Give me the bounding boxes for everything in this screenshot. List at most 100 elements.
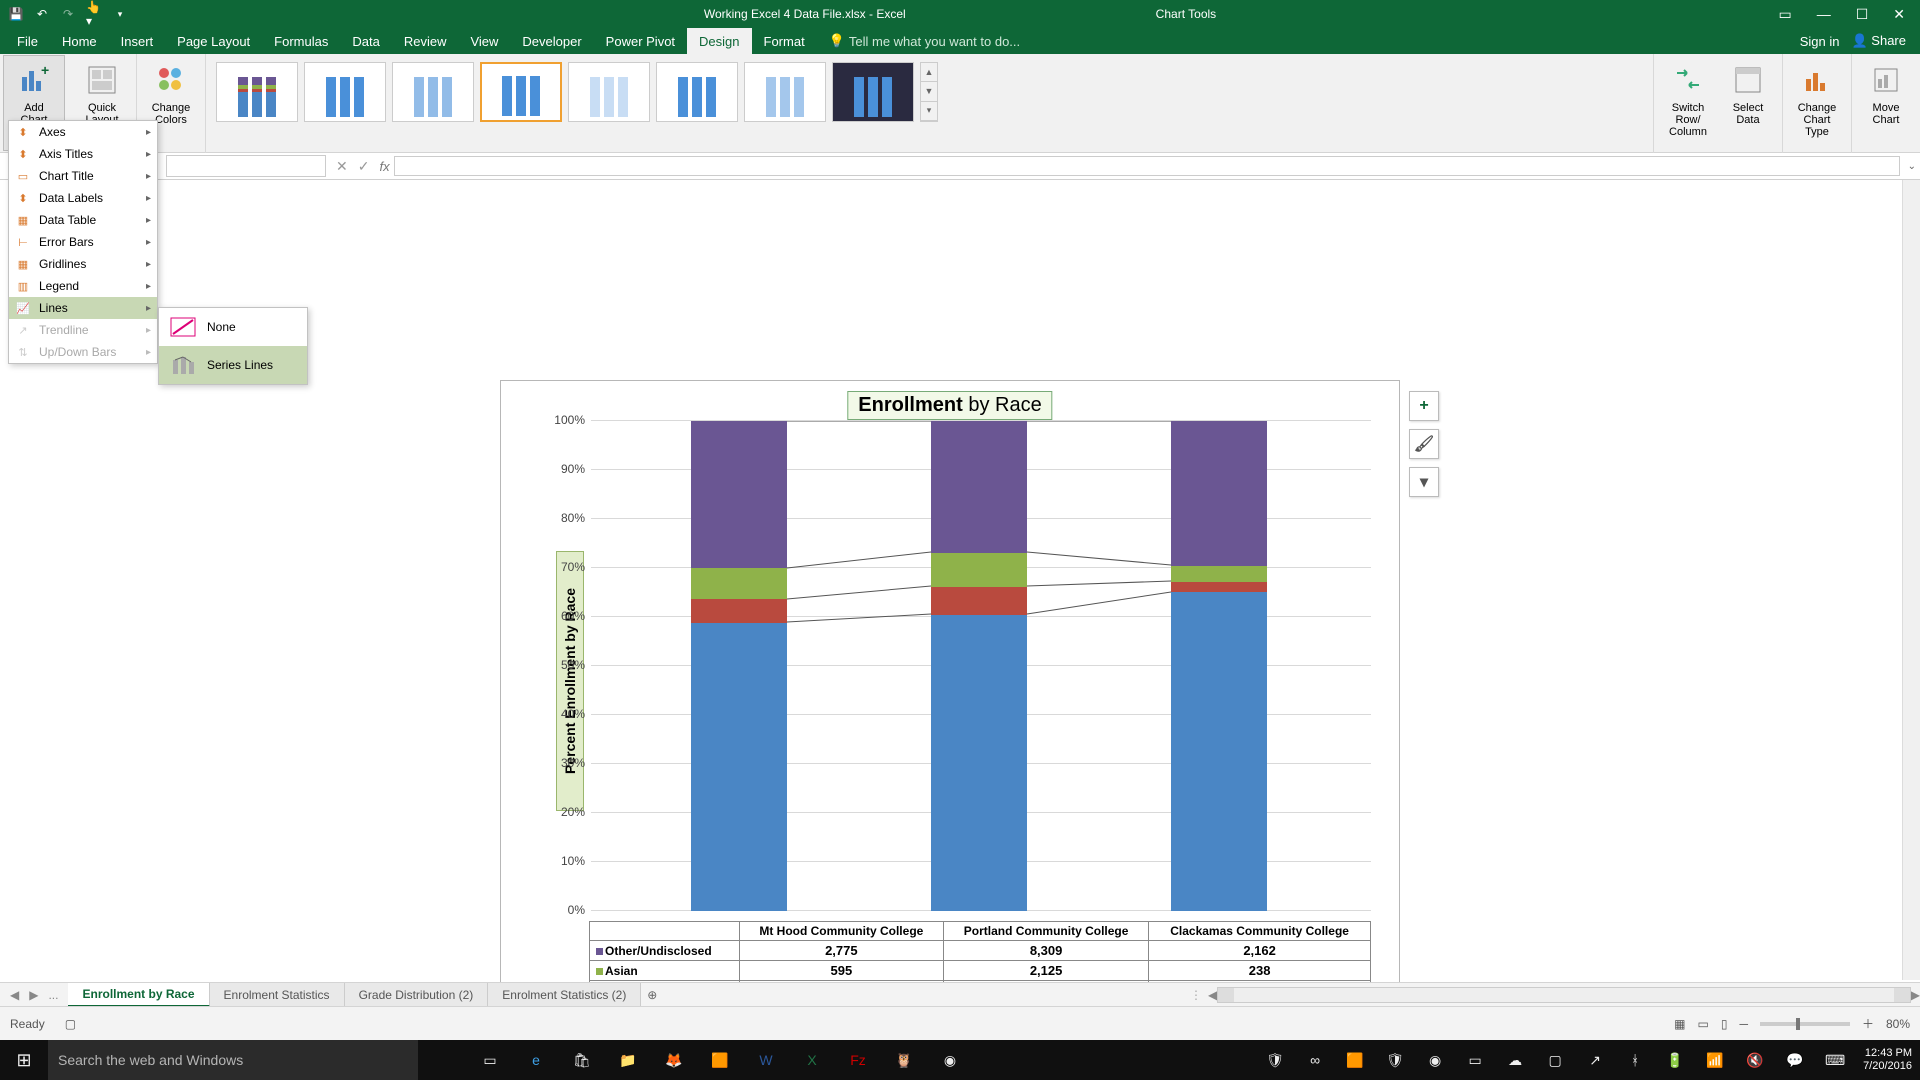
chart-styles-scroll[interactable]: ▲▼▾ (920, 62, 938, 122)
cancel-entry-icon[interactable]: ✕ (336, 158, 348, 175)
qat-more-icon[interactable]: ▾ (112, 6, 128, 22)
task-view-icon[interactable]: ▭ (478, 1048, 502, 1072)
tray-app2-icon[interactable]: 🟧 (1343, 1048, 1367, 1072)
confirm-entry-icon[interactable]: ✓ (358, 158, 370, 175)
tab-power-pivot[interactable]: Power Pivot (594, 28, 687, 54)
select-data-button[interactable]: Select Data (1718, 56, 1778, 150)
menu-axis-titles[interactable]: ⬍Axis Titles▸ (9, 143, 157, 165)
tray-volume-icon[interactable]: 🔇 (1743, 1048, 1767, 1072)
horizontal-scrollbar[interactable] (1217, 987, 1911, 1003)
vertical-scrollbar[interactable] (1902, 180, 1920, 980)
share-button[interactable]: 👤 Share (1851, 33, 1906, 49)
view-page-layout-icon[interactable]: ▭ (1697, 1017, 1708, 1031)
menu-legend[interactable]: ▥Legend▸ (9, 275, 157, 297)
change-chart-type-button[interactable]: Change Chart Type (1787, 56, 1847, 150)
firefox-icon[interactable]: 🦊 (662, 1048, 686, 1072)
tray-app4-icon[interactable]: ↗ (1583, 1048, 1607, 1072)
hscroll-left-icon[interactable]: ◀ (1208, 988, 1217, 1002)
file-explorer-icon[interactable]: 📁 (616, 1048, 640, 1072)
tab-formulas[interactable]: Formulas (262, 28, 340, 54)
tab-file[interactable]: File (5, 28, 50, 54)
add-sheet-button[interactable]: ⊕ (641, 988, 663, 1002)
hscroll-right-icon[interactable]: ▶ (1911, 988, 1920, 1002)
name-box[interactable] (166, 155, 326, 177)
chart-styles-button[interactable]: 🖌 (1409, 429, 1439, 459)
start-button[interactable]: ⊞ (0, 1040, 48, 1080)
ribbon-display-icon[interactable]: ▭ (1778, 6, 1791, 23)
save-icon[interactable]: 💾 (8, 6, 24, 22)
chart-title[interactable]: Enrollment by Race (847, 391, 1052, 420)
system-clock[interactable]: 12:43 PM7/20/2016 (1863, 1047, 1912, 1073)
tab-home[interactable]: Home (50, 28, 109, 54)
tray-app3-icon[interactable]: ▢ (1543, 1048, 1567, 1072)
chart-object[interactable]: Enrollment by Race + 🖌 ▾ Percent Enrollm… (500, 380, 1400, 1080)
tab-scroll-left-icon[interactable]: ◀ (10, 988, 19, 1002)
word-icon[interactable]: W (754, 1048, 778, 1072)
undo-icon[interactable]: ↶ (34, 6, 50, 22)
tab-scroll-right-icon[interactable]: ▶ (29, 988, 38, 1002)
tell-me[interactable]: 💡 Tell me what you want to do... (817, 28, 1032, 54)
formula-input[interactable] (394, 156, 1900, 176)
sheet-tab-enrolment-statistics[interactable]: Enrolment Statistics (210, 983, 345, 1007)
zoom-in-icon[interactable]: ＋ (1862, 1015, 1874, 1032)
tab-split-icon[interactable]: ⋮ (1190, 988, 1202, 1002)
menu-lines[interactable]: 📈Lines▸ (9, 297, 157, 319)
tab-review[interactable]: Review (392, 28, 459, 54)
tab-data[interactable]: Data (340, 28, 391, 54)
sign-in[interactable]: Sign in (1800, 34, 1840, 49)
chart-filters-button[interactable]: ▾ (1409, 467, 1439, 497)
excel-icon[interactable]: X (800, 1048, 824, 1072)
tray-shield-icon[interactable]: 🛡 (1383, 1048, 1407, 1072)
store-icon[interactable]: 🛍 (570, 1048, 594, 1072)
view-page-break-icon[interactable]: ▯ (1721, 1017, 1728, 1031)
tray-security-icon[interactable]: 🛡 (1263, 1048, 1287, 1072)
formula-expand-icon[interactable]: ⌄ (1908, 161, 1916, 172)
snagit-icon[interactable]: 🟧 (708, 1048, 732, 1072)
minimize-icon[interactable]: — (1817, 6, 1831, 23)
chart-style-3[interactable] (392, 62, 474, 122)
tab-page-layout[interactable]: Page Layout (165, 28, 262, 54)
zoom-level[interactable]: 80% (1886, 1017, 1910, 1031)
tray-keyboard-icon[interactable]: ⌨ (1823, 1048, 1847, 1072)
plot-area[interactable]: 0% 10% 20% 30% 40% 50% 60% 70% 80% 90% 1… (591, 421, 1371, 911)
chart-style-1[interactable] (216, 62, 298, 122)
tab-view[interactable]: View (458, 28, 510, 54)
filezilla-icon[interactable]: Fz (846, 1048, 870, 1072)
touch-icon[interactable]: 👆▾ (86, 6, 102, 22)
chart-style-4[interactable] (480, 62, 562, 122)
fx-icon[interactable]: fx (379, 159, 389, 174)
tab-nav-dots[interactable]: ... (48, 988, 58, 1002)
chart-style-6[interactable] (656, 62, 738, 122)
tray-battery-icon[interactable]: 🔋 (1663, 1048, 1687, 1072)
menu-data-labels[interactable]: ⬍Data Labels▸ (9, 187, 157, 209)
menu-gridlines[interactable]: ▦Gridlines▸ (9, 253, 157, 275)
tray-cloud-icon[interactable]: ☁ (1503, 1048, 1527, 1072)
menu-axes[interactable]: ⬍Axes▸ (9, 121, 157, 143)
move-chart-button[interactable]: Move Chart (1856, 56, 1916, 150)
sheet-tab-enrolment-statistics-2[interactable]: Enrolment Statistics (2) (488, 983, 641, 1007)
tray-bluetooth-icon[interactable]: ᚼ (1623, 1048, 1647, 1072)
windows-search-input[interactable]: Search the web and Windows (48, 1040, 418, 1080)
close-icon[interactable]: ✕ (1893, 6, 1905, 23)
view-normal-icon[interactable]: ▦ (1674, 1017, 1685, 1031)
maximize-icon[interactable]: ☐ (1856, 6, 1869, 23)
tray-wifi-icon[interactable]: 📶 (1703, 1048, 1727, 1072)
chrome-icon[interactable]: ◉ (938, 1048, 962, 1072)
app-icon[interactable]: 🦉 (892, 1048, 916, 1072)
macro-record-icon[interactable]: ▢ (65, 1017, 76, 1031)
tray-monitor-icon[interactable]: ▭ (1463, 1048, 1487, 1072)
tab-developer[interactable]: Developer (510, 28, 593, 54)
chart-elements-button[interactable]: + (1409, 391, 1439, 421)
chart-style-5[interactable] (568, 62, 650, 122)
tab-format[interactable]: Format (752, 28, 817, 54)
menu-chart-title[interactable]: ▭Chart Title▸ (9, 165, 157, 187)
y-axis-title[interactable]: Percent Enrollment by Race (556, 551, 584, 811)
submenu-series-lines[interactable]: Series Lines (159, 346, 307, 384)
tray-record-icon[interactable]: ◉ (1423, 1048, 1447, 1072)
sheet-tab-grade-distribution-2[interactable]: Grade Distribution (2) (345, 983, 489, 1007)
tab-insert[interactable]: Insert (109, 28, 166, 54)
menu-data-table[interactable]: ▦Data Table▸ (9, 209, 157, 231)
tab-design[interactable]: Design (687, 28, 751, 54)
redo-icon[interactable]: ↷ (60, 6, 76, 22)
menu-error-bars[interactable]: ⊢Error Bars▸ (9, 231, 157, 253)
